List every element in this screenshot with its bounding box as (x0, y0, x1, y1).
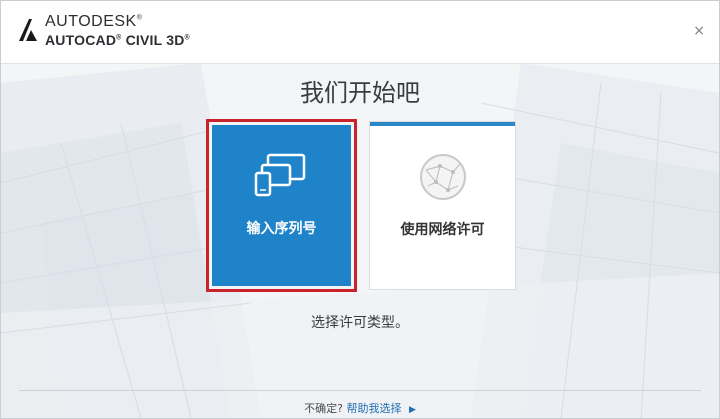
page-title: 我们开始吧 (300, 79, 420, 107)
autodesk-logo-icon (17, 17, 39, 47)
enter-serial-number-card[interactable]: 输入序列号 (206, 119, 357, 292)
devices-icon (254, 153, 310, 203)
network-globe-icon (418, 152, 468, 206)
use-network-license-card[interactable]: 使用网络许可 (370, 122, 515, 289)
footer: 不确定? 帮助我选择 ▶ (1, 400, 719, 416)
brand-name: AUTODESK® (45, 13, 143, 30)
dialog-header: AUTODESK® AUTOCAD® CIVIL 3D® × (1, 1, 719, 64)
product-name: AUTOCAD® CIVIL 3D® (45, 32, 190, 48)
license-dialog: AUTODESK® AUTOCAD® CIVIL 3D® × 我们开始吧 输入序… (0, 0, 720, 419)
footer-divider (19, 390, 701, 391)
close-button[interactable]: × (693, 23, 705, 39)
triangle-right-icon[interactable]: ▶ (409, 405, 416, 415)
card-label: 使用网络许可 (400, 222, 485, 238)
footer-question: 不确定? (304, 402, 343, 415)
license-type-hint: 选择许可类型。 (311, 315, 409, 331)
background-illustration (1, 63, 719, 418)
card-label: 输入序列号 (246, 221, 317, 237)
help-me-choose-link[interactable]: 帮助我选择 (346, 402, 401, 415)
